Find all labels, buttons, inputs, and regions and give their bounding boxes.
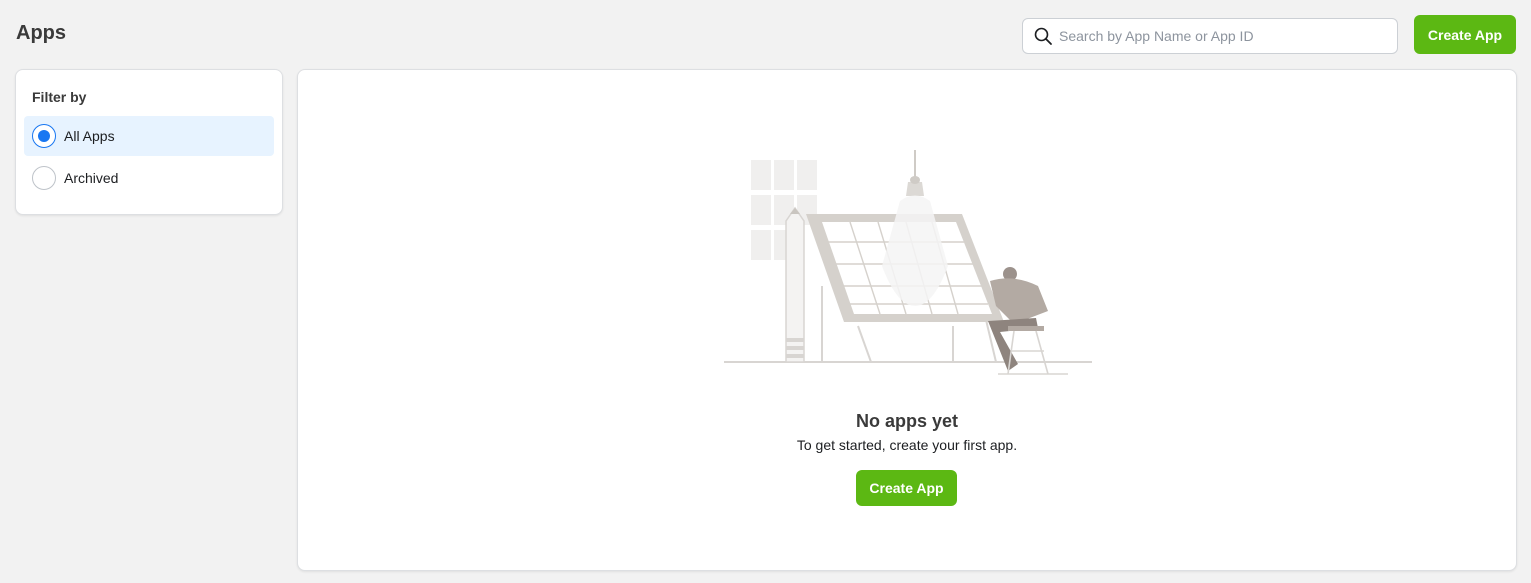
filter-title: Filter by — [32, 89, 87, 105]
filter-option-all-apps[interactable]: All Apps — [24, 116, 274, 156]
radio-selected-dot — [38, 130, 50, 142]
apps-page: Apps Create App Filter by All Apps Archi… — [0, 0, 1531, 583]
empty-state-illustration — [724, 150, 1092, 375]
create-app-button[interactable]: Create App — [1414, 15, 1516, 54]
filter-option-archived[interactable]: Archived — [24, 158, 274, 198]
person-figure — [988, 267, 1068, 375]
empty-state-title: No apps yet — [855, 411, 959, 431]
empty-state-subtitle: To get started, create your first app. — [796, 437, 1018, 453]
filter-panel: Filter by All Apps Archived — [15, 69, 283, 215]
filter-label-archived: Archived — [64, 170, 119, 186]
create-first-app-button[interactable]: Create App — [856, 470, 957, 506]
apps-content-panel: No apps yet To get started, create your … — [297, 69, 1517, 571]
page-title: Apps — [16, 22, 66, 44]
radio-all-apps[interactable] — [32, 124, 56, 148]
search-input[interactable] — [1059, 21, 1379, 51]
filter-label-all-apps: All Apps — [64, 128, 115, 144]
search-box[interactable] — [1022, 18, 1398, 54]
search-icon — [1034, 27, 1052, 45]
window-icon — [751, 160, 817, 260]
radio-archived[interactable] — [32, 166, 56, 190]
